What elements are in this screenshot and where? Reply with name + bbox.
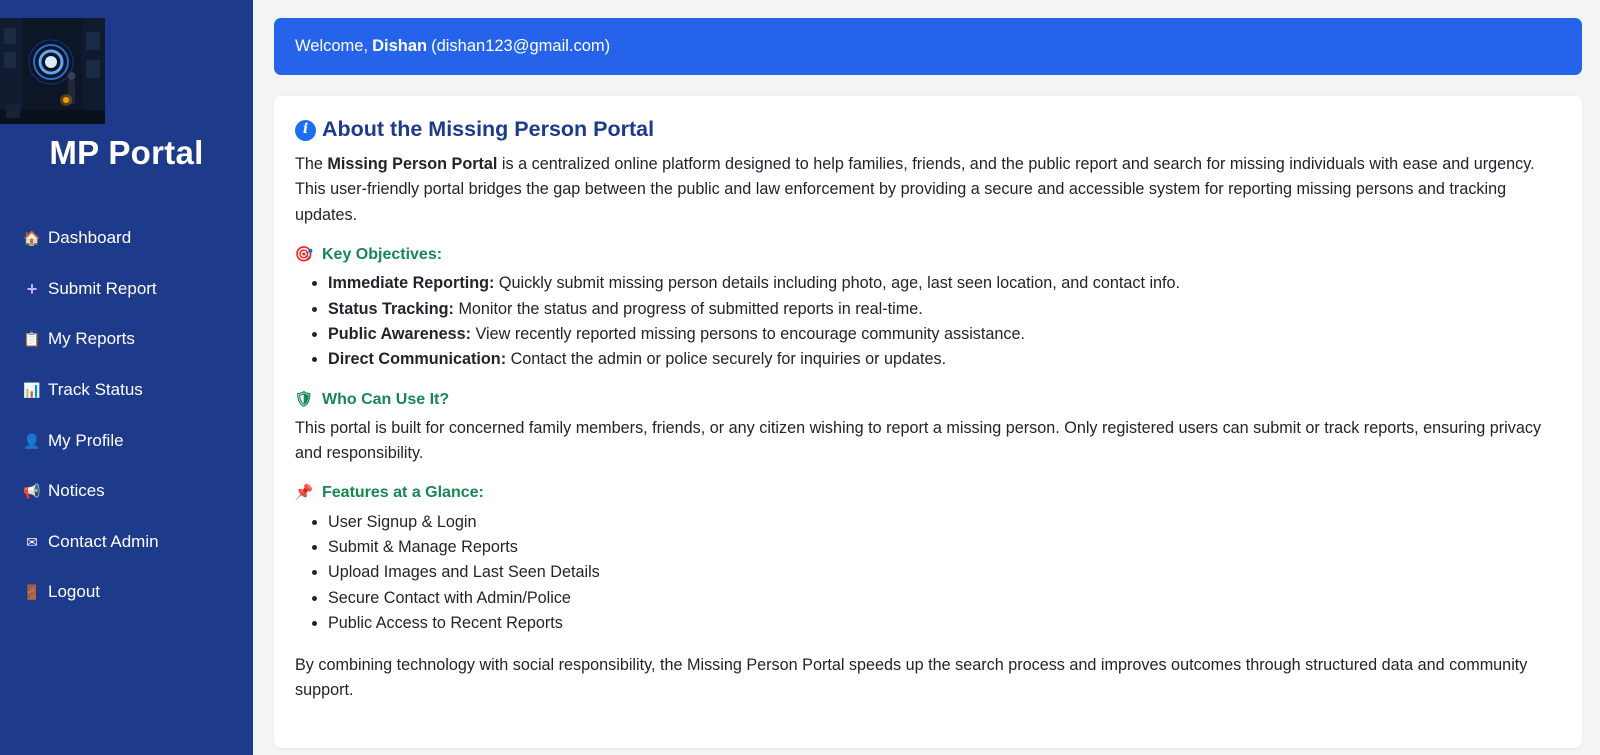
clipboard-icon: 📋 <box>23 331 41 348</box>
intro-prefix: The <box>295 155 323 173</box>
plus-icon: + <box>26 278 38 299</box>
list-item: Immediate Reporting: Quickly submit miss… <box>328 271 1561 296</box>
about-title: i About the Missing Person Portal <box>295 116 1561 144</box>
shield-icon: 🛡 <box>294 390 314 408</box>
person-icon: 👤 <box>23 432 41 449</box>
sidebar-item-label: Notices <box>48 481 105 501</box>
sidebar-item-label: Contact Admin <box>48 531 159 551</box>
house-icon: 🏠 <box>23 230 41 247</box>
list-item: Submit & Manage Reports <box>328 535 1561 560</box>
pushpin-icon: 📌 <box>294 484 314 502</box>
objective-term: Direct Communication: <box>328 350 507 369</box>
list-item: Secure Contact with Admin/Police <box>328 586 1561 611</box>
megaphone-icon: 📢 <box>23 483 41 500</box>
objectives-heading: 🎯 Key Objectives: <box>295 242 1561 267</box>
objective-desc: Quickly submit missing person details in… <box>498 274 1181 293</box>
objective-desc: Monitor the status and progress of submi… <box>458 299 923 318</box>
features-list: User Signup & Login Submit & Manage Repo… <box>328 510 1561 637</box>
bar-chart-icon: 📊 <box>23 382 41 399</box>
info-icon: i <box>295 119 316 141</box>
target-icon: 🎯 <box>294 246 314 264</box>
sidebar-item-label: Logout <box>48 582 100 602</box>
list-item: Public Awareness: View recently reported… <box>328 322 1561 347</box>
brand-title: MP Portal <box>49 134 204 171</box>
sidebar-item-track-status[interactable]: 📊 Track Status <box>0 365 253 416</box>
user-name: Dishan <box>372 37 428 55</box>
list-item: Public Access to Recent Reports <box>328 611 1561 636</box>
objectives-list: Immediate Reporting: Quickly submit miss… <box>328 271 1561 373</box>
about-card: i About the Missing Person Portal The Mi… <box>274 96 1582 748</box>
sidebar-item-logout[interactable]: 🚪 Logout <box>0 567 253 618</box>
sidebar-item-label: Track Status <box>48 380 143 400</box>
who-paragraph: This portal is built for concerned famil… <box>295 418 1542 463</box>
sidebar-item-my-reports[interactable]: 📋 My Reports <box>0 314 253 365</box>
sidebar-item-submit-report[interactable]: + Submit Report <box>0 264 253 315</box>
intro-paragraph: The Missing Person Portal is a centraliz… <box>295 152 1561 228</box>
sidebar-item-label: Dashboard <box>48 228 132 248</box>
sidebar: MP Portal 🏠 Dashboard + Submit Report 📋 … <box>0 0 253 755</box>
objective-desc: View recently reported missing persons t… <box>475 325 1025 344</box>
objective-term: Public Awareness: <box>328 325 472 344</box>
door-icon: 🚪 <box>23 584 41 601</box>
who-heading: 🛡 Who Can Use It? <box>294 387 1561 412</box>
features-heading-text: Features at a Glance: <box>322 484 484 502</box>
user-email: (dishan123@gmail.com) <box>431 37 611 55</box>
who-heading-text: Who Can Use It? <box>322 390 450 408</box>
sidebar-item-contact-admin[interactable]: ✉ Contact Admin <box>0 517 253 568</box>
welcome-prefix: Welcome, <box>295 37 369 55</box>
objective-term: Status Tracking: <box>328 299 454 318</box>
sidebar-nav: 🏠 Dashboard + Submit Report 📋 My Reports… <box>0 213 253 618</box>
features-heading: 📌 Features at a Glance: <box>295 481 1561 506</box>
envelope-icon: ✉ <box>26 533 38 550</box>
list-item: Direct Communication: Contact the admin … <box>328 347 1561 372</box>
objectives-heading-text: Key Objectives: <box>322 246 443 264</box>
sidebar-item-notices[interactable]: 📢 Notices <box>0 466 253 517</box>
welcome-banner: Welcome, Dishan (dishan123@gmail.com) <box>274 18 1582 75</box>
objective-term: Immediate Reporting: <box>328 274 495 293</box>
logo-image <box>0 18 105 124</box>
about-title-text: About the Missing Person Portal <box>322 117 655 142</box>
sidebar-item-label: My Profile <box>48 430 124 450</box>
objective-desc: Contact the admin or police securely for… <box>510 350 947 369</box>
sidebar-item-my-profile[interactable]: 👤 My Profile <box>0 415 253 466</box>
closing-paragraph: By combining technology with social resp… <box>295 655 1528 700</box>
sidebar-item-label: My Reports <box>48 329 135 349</box>
intro-portal-name: Missing Person Portal <box>327 155 498 173</box>
list-item: User Signup & Login <box>328 510 1561 535</box>
sidebar-item-label: Submit Report <box>48 278 157 298</box>
list-item: Upload Images and Last Seen Details <box>328 560 1561 585</box>
list-item: Status Tracking: Monitor the status and … <box>328 297 1561 322</box>
sidebar-item-dashboard[interactable]: 🏠 Dashboard <box>0 213 253 264</box>
main-content: Welcome, Dishan (dishan123@gmail.com) i … <box>274 18 1582 748</box>
